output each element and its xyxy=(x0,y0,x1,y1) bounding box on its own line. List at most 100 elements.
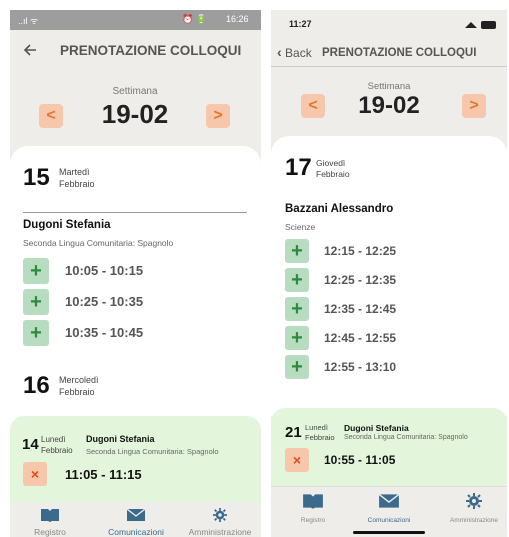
nav-label: Amministrazione xyxy=(188,527,252,537)
status-icons xyxy=(465,21,496,29)
slot-row: + 12:45 - 12:55 xyxy=(285,326,485,350)
teacher-name: Dugoni Stefania xyxy=(23,219,111,231)
booked-subject: Seconda Lingua Comunitaria: Spagnolo xyxy=(344,434,468,441)
booked-weekday: Lunedì xyxy=(305,423,328,432)
nav-label: Registro xyxy=(300,517,326,524)
book-icon xyxy=(303,494,323,509)
add-slot-button[interactable]: + xyxy=(23,289,49,315)
day-list-card: 15 Martedì Febbraio Dugoni Stefania Seco… xyxy=(10,146,261,436)
day-month: Febbraio xyxy=(316,169,350,179)
nav-registro[interactable]: Registro xyxy=(26,508,74,537)
nav-comunicazioni[interactable]: Comunicazioni xyxy=(98,508,174,537)
teacher-subject: Scienze xyxy=(285,222,316,232)
day-month: Febbraio xyxy=(59,387,95,397)
week-value: 19-02 xyxy=(101,99,169,129)
booked-appointment: 21 Lunedì Febbraio Dugoni Stefania Secon… xyxy=(271,408,507,490)
slot-time: 12:55 - 13:10 xyxy=(324,360,397,374)
booked-appointment: 14 Lunedì Febbraio Dugoni Stefania Secon… xyxy=(10,416,261,504)
chevron-left-icon: ‹ xyxy=(277,44,282,60)
add-slot-button[interactable]: + xyxy=(285,326,309,350)
day-number: 16 xyxy=(23,372,50,399)
signal-icon: ..ıl ᯤ xyxy=(18,16,39,26)
booked-day-number: 14 xyxy=(22,436,39,453)
teacher-name: Bazzani Alessandro xyxy=(285,203,394,215)
add-slot-button[interactable]: + xyxy=(23,258,49,284)
teacher-subject: Seconda Lingua Comunitaria: Spagnolo xyxy=(23,238,174,248)
mail-icon xyxy=(378,493,400,508)
slot-time: 12:25 - 12:35 xyxy=(324,273,397,287)
booked-subject: Seconda Lingua Comunitaria: Spagnolo xyxy=(86,447,219,456)
gear-icon xyxy=(213,508,227,522)
week-value: 19-02 xyxy=(358,92,420,119)
next-week-button[interactable]: > xyxy=(206,104,230,128)
status-icons: ⏰ 🔋 xyxy=(182,14,207,24)
add-slot-button[interactable]: + xyxy=(285,297,309,321)
nav-registro[interactable]: Registro xyxy=(285,493,341,527)
slot-time: 12:35 - 12:45 xyxy=(324,302,397,316)
add-slot-button[interactable]: + xyxy=(285,268,309,292)
status-bar: ..ıl ᯤ ⏰ 🔋 16:26 xyxy=(10,10,261,30)
nav-label: Registro xyxy=(34,527,66,537)
nav-label: Comunicazioni xyxy=(367,517,411,524)
home-indicator[interactable] xyxy=(353,531,425,534)
add-slot-button[interactable]: + xyxy=(285,355,309,379)
status-time: 16:26 xyxy=(226,14,249,24)
booked-month: Febbraio xyxy=(41,446,73,455)
slot-row: + 10:35 - 10:45 xyxy=(23,320,223,346)
header-divider xyxy=(271,66,507,67)
back-label: Back xyxy=(285,46,312,60)
nav-label: Amministrazione xyxy=(449,517,499,524)
page-title: PRENOTAZIONE COLLOQUI xyxy=(60,43,242,58)
slot-time: 12:45 - 12:55 xyxy=(324,331,397,345)
slot-row: + 12:25 - 12:35 xyxy=(285,268,485,292)
cancel-booking-button[interactable]: × xyxy=(285,448,309,472)
slot-row: + 12:35 - 12:45 xyxy=(285,297,485,321)
week-label: Settimana xyxy=(367,81,411,92)
nav-amministrazione[interactable]: Amministrazione xyxy=(441,493,507,527)
slot-time: 10:25 - 10:35 xyxy=(65,294,144,309)
slot-time: 10:35 - 10:45 xyxy=(65,325,144,340)
booked-weekday: Lunedì xyxy=(41,435,66,444)
next-week-button[interactable]: > xyxy=(462,94,486,118)
slot-row: + 12:15 - 12:25 xyxy=(285,239,485,263)
booked-day-number: 21 xyxy=(285,424,302,441)
day-number: 17 xyxy=(285,154,312,181)
prev-week-button[interactable]: < xyxy=(39,104,63,128)
day-weekday: Giovedì xyxy=(316,158,346,168)
week-label: Settimana xyxy=(112,86,158,97)
mail-icon xyxy=(126,508,146,521)
add-slot-button[interactable]: + xyxy=(23,320,49,346)
cancel-booking-button[interactable]: × xyxy=(23,462,47,486)
bottom-nav: Registro Comunicazioni Amministrazione xyxy=(271,486,507,537)
slot-time: 12:15 - 12:25 xyxy=(324,244,397,258)
booked-teacher: Dugoni Stefania xyxy=(86,434,155,444)
slot-row: + 10:25 - 10:35 xyxy=(23,289,223,315)
day-list-card: 17 Giovedì Febbraio Bazzani Alessandro S… xyxy=(271,136,507,416)
nav-comunicazioni[interactable]: Comunicazioni xyxy=(357,493,421,527)
divider xyxy=(23,212,247,213)
back-button[interactable]: ‹ Back xyxy=(277,44,312,60)
status-bar: 11:27 xyxy=(271,10,507,36)
slot-row: + 10:05 - 10:15 xyxy=(23,258,223,284)
add-slot-button[interactable]: + xyxy=(285,239,309,263)
slot-row: + 12:55 - 13:10 xyxy=(285,355,485,379)
book-icon xyxy=(41,509,59,522)
booked-teacher: Dugoni Stefania xyxy=(344,423,409,433)
ios-screen: 11:27 ‹ Back PRENOTAZIONE COLLOQUI Setti… xyxy=(271,10,507,537)
page-title: PRENOTAZIONE COLLOQUI xyxy=(322,47,477,59)
day-number: 15 xyxy=(23,164,50,191)
gear-icon xyxy=(466,493,482,509)
arrow-left-icon[interactable] xyxy=(22,42,38,58)
prev-week-button[interactable]: < xyxy=(301,94,325,118)
nav-label: Comunicazioni xyxy=(108,527,164,537)
day-month: Febbraio xyxy=(59,179,95,189)
slot-time: 10:05 - 10:15 xyxy=(65,263,144,278)
status-time: 11:27 xyxy=(289,19,312,29)
booked-month: Febbraio xyxy=(305,433,335,442)
booked-time: 11:05 - 11:15 xyxy=(65,467,142,482)
booked-time: 10:55 - 11:05 xyxy=(324,453,396,467)
day-weekday: Mercoledì xyxy=(59,375,99,385)
nav-amministrazione[interactable]: Amministrazione xyxy=(182,508,258,537)
day-weekday: Martedì xyxy=(59,167,90,177)
bottom-nav: Registro Comunicazioni Amministrazione xyxy=(10,502,261,537)
